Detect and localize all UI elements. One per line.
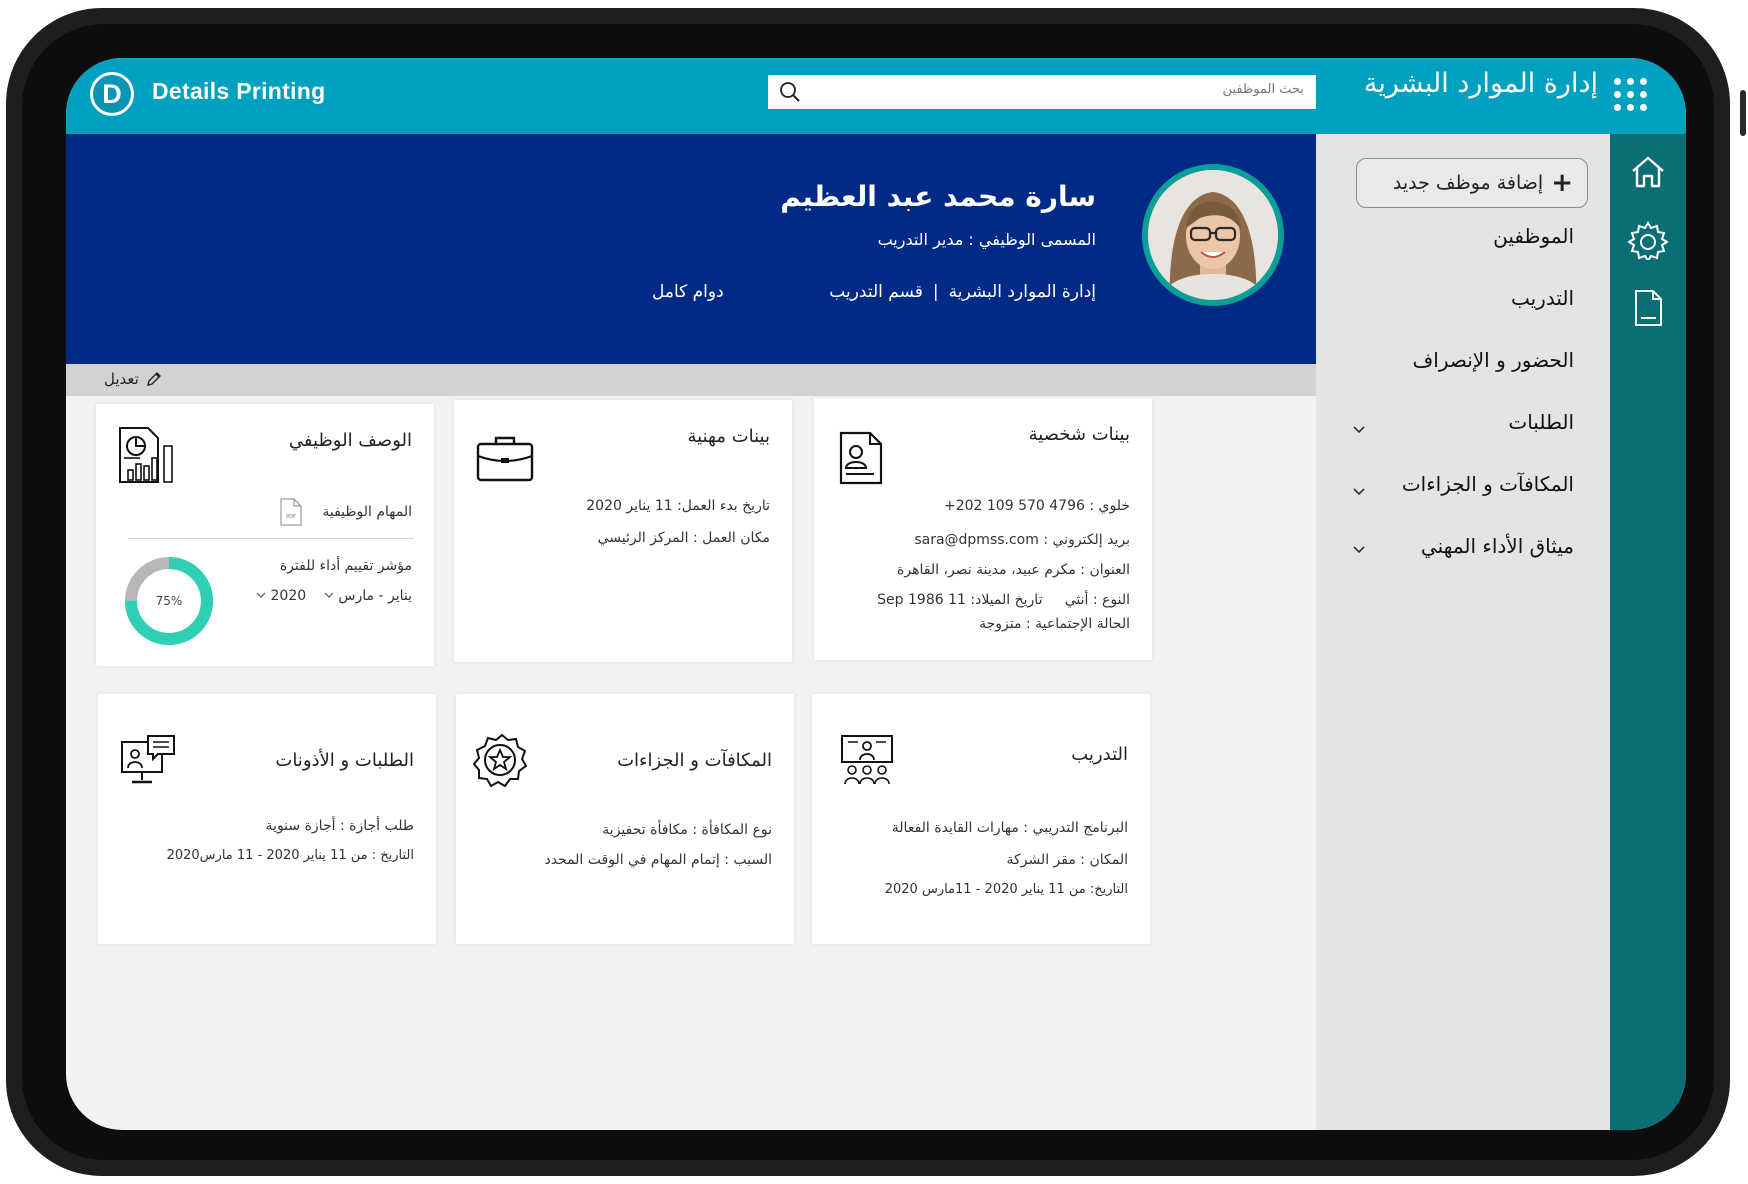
sidebar-item-requests[interactable]: الطلبات	[1508, 410, 1574, 434]
sidebar-item-rewards[interactable]: المكافآت و الجزاءات	[1402, 472, 1574, 496]
personal-gender-birth: النوع : أنثي تاريخ الميلاد: 11 Sep 1986	[877, 592, 1130, 608]
icon-rail	[1610, 134, 1686, 1130]
training-card[interactable]: التدريب البرنامج التدريبي : مهارات القاي…	[812, 694, 1150, 944]
personal-mobile: خلوي : 4796 570 109 202+	[943, 498, 1130, 514]
card-title: المكافآت و الجزاءات	[617, 750, 772, 771]
request-type: طلب أجازة : أجازة سنوية	[265, 818, 414, 834]
job-tasks-label[interactable]: المهام الوظيفية	[322, 504, 412, 520]
profile-banner: سارة محمد عبد العظيم المسمى الوظيفي : مد…	[66, 134, 1316, 364]
briefcase-icon	[476, 436, 534, 482]
professional-info-card[interactable]: بينات مهنية تاريخ بدء العمل: 11 يناير 20…	[454, 400, 792, 662]
sidebar: + إضافة موظف جديد الموظفين التدريب الحضو…	[1316, 134, 1610, 1130]
request-date: التاريخ : من 11 يناير 2020 - 11 مارس2020	[166, 848, 414, 863]
work-type: دوام كامل	[652, 282, 724, 302]
edit-button[interactable]: تعديل	[104, 370, 163, 388]
add-employee-label: إضافة موظف جديد	[1392, 172, 1544, 194]
training-program: البرنامج التدريبي : مهارات القايدة الفعا…	[891, 820, 1128, 836]
app-title: إدارة الموارد البشرية	[1363, 68, 1598, 99]
training-date: التاريخ: من 11 يناير 2020 - 11مارس 2020	[884, 882, 1128, 897]
department-label: إدارة الموارد البشرية	[948, 282, 1096, 302]
star-badge-icon	[472, 733, 528, 788]
personal-address: العنوان : مكرم عبيد، مدينة نصر، القاهرة	[897, 562, 1130, 578]
training-class-icon	[841, 735, 893, 785]
job-description-card[interactable]: الوصف الوظيفي المهام الوظيفية PDF مؤشر ت…	[96, 404, 434, 666]
chevron-down-icon[interactable]	[256, 590, 266, 600]
professional-start-date: تاريخ بدء العمل: 11 يناير 2020	[586, 498, 770, 514]
plus-icon: +	[1551, 168, 1573, 198]
pdf-file-icon[interactable]: PDF	[280, 498, 302, 526]
progress-text: 75%	[156, 594, 183, 608]
search-icon[interactable]	[778, 80, 802, 104]
profile-photo	[1148, 170, 1278, 300]
employee-job-title: المسمى الوظيفي : مدير التدريب	[877, 230, 1096, 249]
brand-name[interactable]: Details Printing	[152, 78, 326, 105]
period-months[interactable]: يناير - مارس	[338, 588, 412, 604]
card-title: الوصف الوظيفي	[288, 430, 412, 451]
chevron-down-icon[interactable]	[1352, 422, 1366, 436]
edit-bar: تعديل	[66, 364, 1316, 396]
employee-name: سارة محمد عبد العظيم	[780, 180, 1096, 213]
sidebar-item-attendance[interactable]: الحضور و الإنصراف	[1413, 348, 1574, 372]
chevron-down-icon[interactable]	[324, 590, 334, 600]
top-bar: D Details Printing بحث الموظفين إدارة ال…	[66, 58, 1686, 134]
power-button	[1740, 90, 1746, 136]
personal-marital: الحالة الإجتماعية : متزوجة	[979, 616, 1130, 632]
training-place: المكان : مقر الشركة	[1006, 852, 1128, 868]
document-icon[interactable]	[1628, 288, 1668, 328]
kpi-period: يناير - مارس 2020	[256, 588, 412, 604]
card-title: بينات شخصية	[1028, 424, 1130, 445]
chevron-down-icon[interactable]	[1352, 484, 1366, 498]
rewards-card[interactable]: المكافآت و الجزاءات نوع المكافأة : مكافأ…	[456, 694, 794, 944]
sidebar-item-training[interactable]: التدريب	[1511, 286, 1574, 310]
birth-date: 11 Sep 1986	[877, 592, 966, 608]
brand-logo[interactable]: D	[90, 72, 134, 116]
search-input[interactable]: بحث الموظفين	[768, 75, 1316, 109]
pdf-label: PDF	[286, 514, 296, 520]
email-value[interactable]: sara@dpmss.com	[914, 532, 1039, 548]
gear-icon[interactable]	[1628, 220, 1668, 260]
reward-reason: السبب : إتمام المهام في الوقت المحدد	[544, 852, 772, 868]
home-icon[interactable]	[1628, 152, 1668, 192]
kpi-label: مؤشر تقييم أداء للفترة	[279, 558, 412, 574]
personal-info-card[interactable]: بينات شخصية خلوي : 4796 570 109 202+ بري…	[814, 398, 1152, 660]
personal-email: بريد إلكتروني : sara@dpmss.com	[914, 532, 1130, 548]
sidebar-item-charter[interactable]: ميثاق الأداء المهني	[1421, 534, 1574, 558]
search-placeholder: بحث الموظفين	[1222, 82, 1304, 97]
report-chart-icon	[119, 427, 173, 483]
edit-label: تعديل	[104, 370, 139, 388]
chevron-down-icon[interactable]	[1352, 542, 1366, 556]
app-screen: D Details Printing بحث الموظفين إدارة ال…	[66, 58, 1686, 1130]
professional-location: مكان العمل : المركز الرئيسي	[597, 530, 770, 546]
sidebar-item-employees[interactable]: الموظفين	[1493, 224, 1574, 248]
avatar	[1142, 164, 1284, 306]
division-label: قسم التدريب	[829, 282, 923, 302]
birth-label: تاريخ الميلاد:	[970, 592, 1043, 608]
pencil-icon	[146, 372, 161, 386]
apps-grid-icon[interactable]	[1614, 78, 1652, 112]
email-label: بريد إلكتروني :	[1043, 532, 1130, 548]
computer-chat-icon	[121, 735, 175, 784]
reward-type: نوع المكافأة : مكافأة تحفيزية	[602, 822, 772, 838]
divider	[128, 538, 414, 539]
requests-card[interactable]: الطلبات و الأذونات طلب أجازة : أجازة سنو…	[98, 694, 436, 944]
card-title: الطلبات و الأذونات	[275, 750, 414, 771]
gender-value: النوع : أنثي	[1064, 592, 1130, 608]
employee-department: إدارة الموارد البشرية|قسم التدريب	[829, 282, 1096, 302]
add-employee-button[interactable]: + إضافة موظف جديد	[1356, 158, 1588, 208]
id-document-icon	[839, 431, 883, 485]
card-title: بينات مهنية	[687, 426, 770, 447]
period-year[interactable]: 2020	[271, 588, 307, 604]
card-title: التدريب	[1071, 744, 1128, 765]
performance-progress-ring: 75%	[125, 557, 213, 645]
